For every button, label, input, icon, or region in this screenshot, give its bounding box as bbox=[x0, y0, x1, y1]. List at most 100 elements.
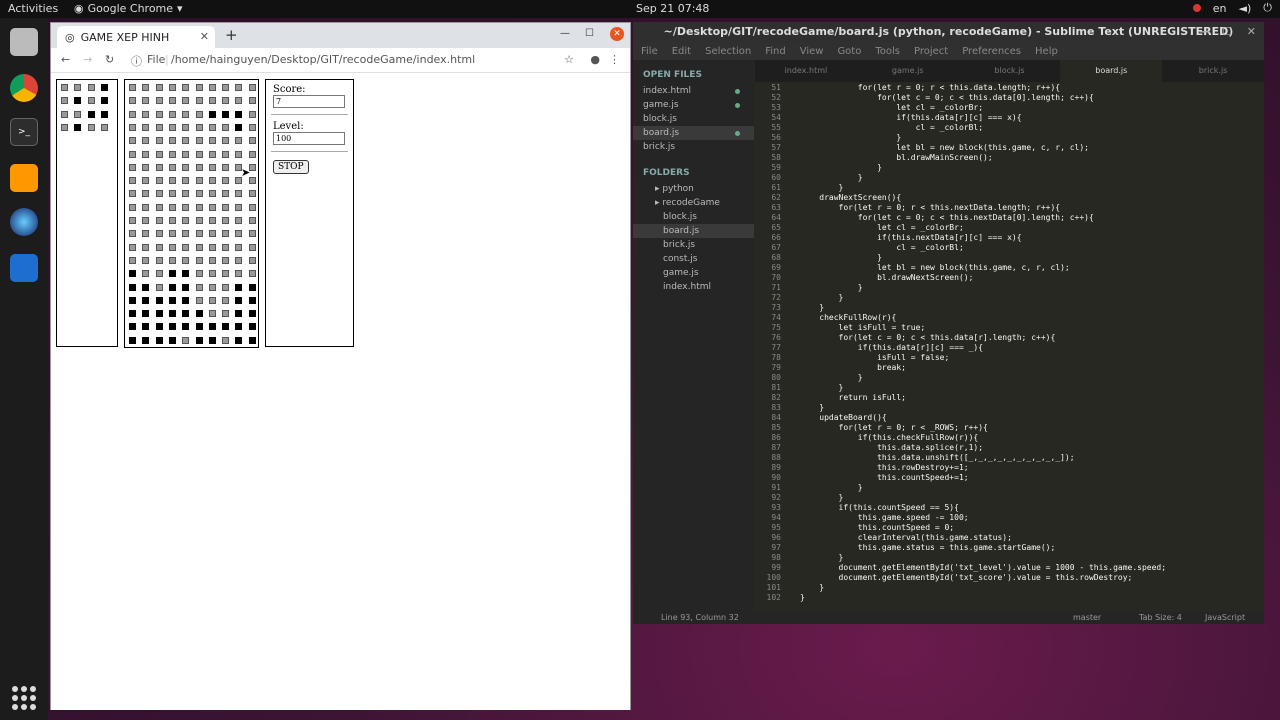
folder-item[interactable]: index.html bbox=[633, 280, 754, 294]
close-window-button[interactable]: ✕ bbox=[610, 27, 624, 41]
board-cell bbox=[155, 177, 163, 185]
profile-avatar[interactable]: ● bbox=[590, 53, 600, 66]
document-icon[interactable] bbox=[10, 254, 38, 282]
code-editor[interactable]: 51 for(let r = 0; r < this.data.length; … bbox=[755, 82, 1264, 602]
maximize-button[interactable]: ☐ bbox=[585, 28, 594, 39]
url-scheme: File bbox=[147, 53, 166, 66]
folder-item[interactable]: ▸ python bbox=[633, 182, 754, 196]
menu-item[interactable]: Preferences bbox=[962, 46, 1021, 57]
editor-tab[interactable]: block.js bbox=[959, 60, 1061, 82]
board-cell bbox=[222, 84, 230, 91]
board-cell bbox=[208, 256, 216, 264]
syntax[interactable]: JavaScript bbox=[1205, 613, 1245, 622]
clock[interactable]: Sep 21 07:48 bbox=[636, 2, 709, 15]
menu-item[interactable]: Project bbox=[914, 46, 948, 57]
volume-icon: ◄) bbox=[1238, 1, 1252, 15]
page-content: Score: 7 Level: 100 STOP ➤ bbox=[51, 74, 630, 710]
show-applications-icon[interactable] bbox=[12, 686, 36, 710]
terminal-icon[interactable]: >_ bbox=[10, 118, 38, 146]
open-file-item[interactable]: board.js bbox=[633, 126, 754, 140]
menu-item[interactable]: File bbox=[641, 46, 658, 57]
folder-item[interactable]: block.js bbox=[633, 210, 754, 224]
browser-icon[interactable] bbox=[10, 208, 38, 236]
editor-tab[interactable]: board.js bbox=[1060, 60, 1163, 82]
open-file-item[interactable]: index.html bbox=[633, 84, 754, 98]
activities-button[interactable]: Activities bbox=[8, 2, 58, 15]
menu-item[interactable]: Edit bbox=[672, 46, 691, 57]
code-line: isFull = false; bbox=[800, 353, 950, 362]
line-number: 51 bbox=[771, 83, 781, 92]
new-tab-button[interactable]: + bbox=[225, 26, 238, 44]
editor-tab[interactable]: brick.js bbox=[1162, 60, 1264, 82]
info-icon[interactable]: ⓘ bbox=[131, 53, 142, 69]
score-input[interactable]: 7 bbox=[273, 95, 345, 108]
address-bar[interactable]: /home/hainguyen/Desktop/GIT/recodeGame/i… bbox=[171, 53, 475, 66]
editor-tab[interactable]: game.js bbox=[857, 60, 959, 82]
browser-tab[interactable]: ◎ GAME XEP HINH ✕ bbox=[57, 26, 215, 48]
code-line: } bbox=[800, 303, 825, 312]
board-cell bbox=[222, 97, 230, 105]
folder-item[interactable]: ▸ recodeGame bbox=[633, 196, 754, 210]
board-cell bbox=[182, 336, 190, 344]
line-number: 61 bbox=[771, 183, 781, 192]
line-number: 100 bbox=[766, 573, 781, 582]
back-icon[interactable]: ← bbox=[61, 53, 70, 66]
board-cell bbox=[235, 336, 243, 344]
board-cell bbox=[168, 230, 176, 238]
next-piece-panel bbox=[56, 79, 118, 347]
line-number: 56 bbox=[771, 133, 781, 142]
chrome-icon[interactable] bbox=[10, 74, 38, 102]
language-indicator[interactable]: en bbox=[1213, 2, 1227, 15]
minimize-button[interactable]: — bbox=[1199, 22, 1210, 42]
divider bbox=[271, 114, 348, 115]
level-input[interactable]: 100 bbox=[273, 132, 345, 145]
menu-item[interactable]: View bbox=[800, 46, 824, 57]
menu-kebab-icon[interactable]: ⋮ bbox=[609, 53, 620, 66]
line-number: 81 bbox=[771, 383, 781, 392]
editor-tab[interactable]: index.html bbox=[755, 60, 857, 82]
folder-item[interactable]: game.js bbox=[633, 266, 754, 280]
sublime-text-icon[interactable] bbox=[10, 164, 38, 192]
forward-icon[interactable]: → bbox=[83, 53, 92, 66]
open-file-item[interactable]: block.js bbox=[633, 112, 754, 126]
files-icon[interactable] bbox=[10, 28, 38, 56]
board-cell bbox=[182, 84, 190, 91]
board-cell bbox=[248, 310, 256, 318]
open-file-item[interactable]: brick.js bbox=[633, 140, 754, 154]
board-cell bbox=[155, 283, 163, 291]
board-cell bbox=[222, 256, 230, 264]
close-tab-icon[interactable]: ✕ bbox=[200, 30, 209, 43]
folder-item[interactable]: board.js bbox=[633, 224, 754, 238]
menu-item[interactable]: Tools bbox=[875, 46, 900, 57]
minimize-button[interactable]: — bbox=[560, 28, 570, 39]
tab-size[interactable]: Tab Size: 4 bbox=[1139, 613, 1182, 622]
url-divider: | bbox=[165, 53, 169, 66]
git-branch[interactable]: master bbox=[1073, 613, 1101, 622]
bookmark-star-icon[interactable]: ☆ bbox=[564, 53, 574, 66]
app-menu[interactable]: ◉ Google Chrome ▾ bbox=[74, 2, 183, 15]
folder-item[interactable]: brick.js bbox=[633, 238, 754, 252]
system-tray[interactable]: en ◄) ⏻ bbox=[1192, 1, 1272, 15]
code-line: document.getElementById('txt_score').val… bbox=[800, 573, 1133, 582]
reload-icon[interactable]: ↻ bbox=[105, 53, 114, 66]
menu-item[interactable]: Selection bbox=[705, 46, 751, 57]
board-cell bbox=[248, 110, 256, 118]
maximize-button[interactable]: ☐ bbox=[1222, 22, 1232, 42]
folder-item[interactable]: const.js bbox=[633, 252, 754, 266]
close-window-button[interactable]: ✕ bbox=[1247, 22, 1256, 42]
stop-button[interactable]: STOP bbox=[273, 160, 309, 174]
menu-item[interactable]: Goto bbox=[837, 46, 861, 57]
board-cell bbox=[222, 230, 230, 238]
board-cell bbox=[155, 336, 163, 344]
open-file-item[interactable]: game.js bbox=[633, 98, 754, 112]
menu-item[interactable]: Find bbox=[765, 46, 786, 57]
board-cell bbox=[142, 150, 150, 158]
board-cell bbox=[222, 283, 230, 291]
line-number: 65 bbox=[771, 223, 781, 232]
menu-item[interactable]: Help bbox=[1035, 46, 1058, 57]
board-cell bbox=[168, 310, 176, 318]
board-cell bbox=[100, 97, 108, 105]
board-cell bbox=[182, 230, 190, 238]
board-cell bbox=[129, 110, 136, 118]
board-cell bbox=[248, 137, 256, 145]
